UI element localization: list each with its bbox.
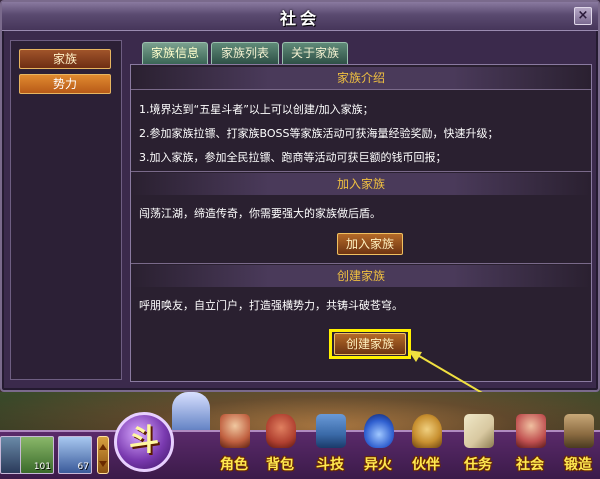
game-scene: 社会 × 家族 势力 家族信息 家族列表 关于家族 家族介绍 1.境界达到“五星… (0, 0, 600, 479)
menu-skill[interactable]: 斗技 (308, 410, 352, 476)
menu-bag[interactable]: 背包 (258, 410, 302, 476)
menu-task[interactable]: 任务 (456, 410, 500, 476)
menu-label: 伙伴 (412, 457, 440, 473)
forge-icon (564, 414, 594, 448)
skill-book-icon (316, 414, 346, 448)
menu-forge[interactable]: 锻造 (556, 410, 600, 476)
society-icon (516, 414, 546, 448)
pet-slot[interactable]: 67 (58, 436, 92, 474)
main-menu-button[interactable]: 斗 (114, 412, 174, 472)
menu-label: 背包 (266, 457, 294, 473)
menu-label: 角色 (220, 457, 248, 473)
pet-count: 101 (33, 462, 51, 472)
menu-label: 异火 (364, 457, 392, 473)
fire-icon (364, 414, 394, 448)
character-icon (220, 414, 250, 448)
menu-fire[interactable]: 异火 (356, 410, 400, 476)
bell-icon (412, 414, 442, 448)
scroll-arrows[interactable] (97, 436, 109, 474)
pet-count: 67 (77, 462, 89, 472)
up-down-arrow-icon (99, 444, 107, 467)
bag-icon (266, 414, 296, 448)
scroll-icon (464, 414, 494, 448)
menu-label: 锻造 (564, 457, 592, 473)
pet-slot[interactable]: 101 (20, 436, 54, 474)
menu-label: 任务 (464, 457, 492, 473)
menu-society[interactable]: 社会 (508, 410, 552, 476)
menu-partner[interactable]: 伙伴 (404, 410, 448, 476)
menu-character[interactable]: 角色 (212, 410, 256, 476)
menu-label: 斗技 (316, 457, 344, 473)
menu-label: 社会 (516, 457, 544, 473)
